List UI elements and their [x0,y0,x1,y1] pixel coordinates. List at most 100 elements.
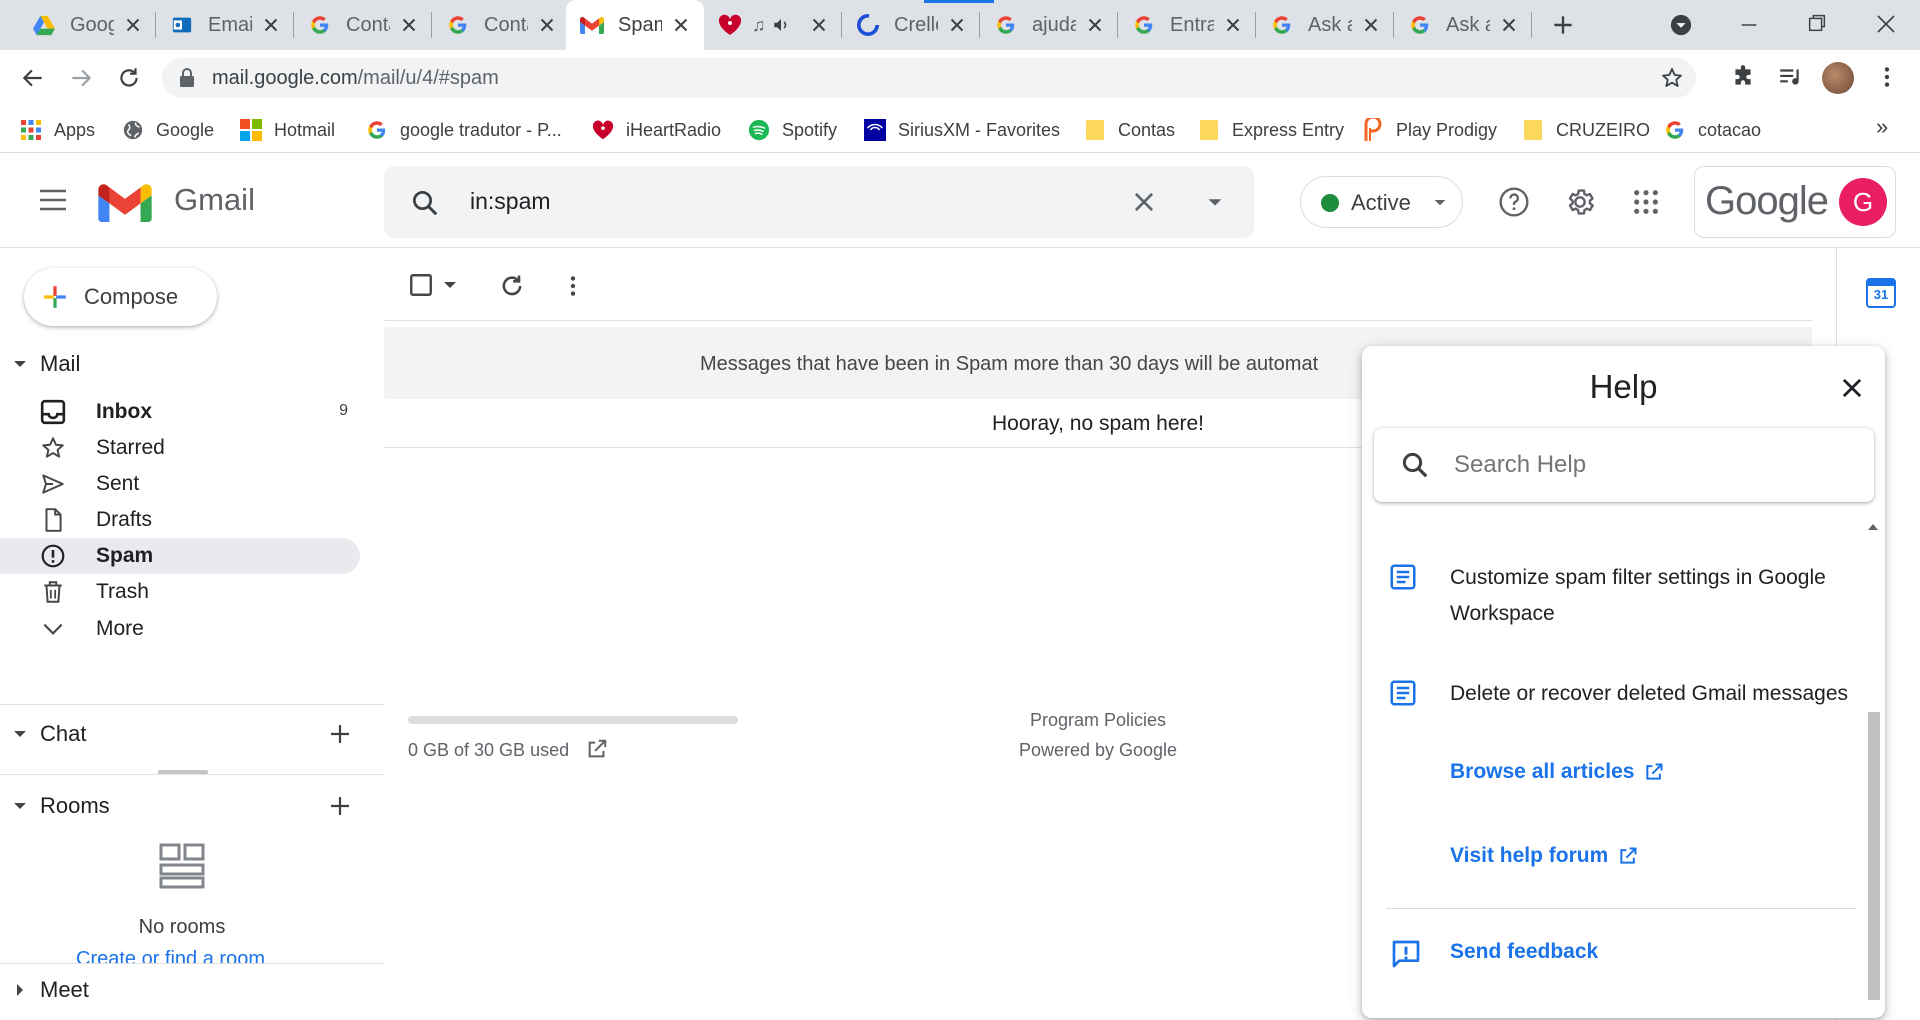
profile-avatar[interactable] [1822,62,1854,94]
help-search-input[interactable] [1454,444,1854,486]
bookmark-siriusxm[interactable]: SiriusXM - Favorites [864,116,1060,144]
nav-item-more[interactable]: More [0,611,360,647]
more-options-icon[interactable] [560,272,586,300]
select-options-icon[interactable] [442,278,458,292]
browser-tab[interactable]: Ask a [1394,0,1532,50]
nav-item-trash[interactable]: Trash [0,574,360,610]
close-tab-icon[interactable] [122,14,144,36]
bookmark-apps[interactable]: Apps [20,116,95,144]
new-tab-icon[interactable] [1550,12,1576,38]
browser-tab[interactable]: Contas [432,0,570,50]
bookmark-star-icon[interactable] [1660,66,1684,90]
bookmark-iheartradio[interactable]: iHeartRadio [592,116,721,144]
chrome-menu-icon[interactable] [1874,64,1900,90]
google-apps-icon[interactable] [1632,188,1660,216]
close-window-icon[interactable] [1874,12,1898,36]
nav-item-drafts[interactable]: Drafts [0,502,360,538]
send-feedback-link[interactable]: Send feedback [1450,940,1598,964]
help-forum-link[interactable]: Visit help forum [1450,844,1638,868]
close-help-icon[interactable] [1838,374,1866,402]
reload-icon[interactable] [116,65,142,91]
calendar-icon[interactable]: 31 [1866,278,1896,308]
close-tab-icon[interactable] [536,14,558,36]
close-tab-icon[interactable] [808,14,830,36]
meet-section-header[interactable]: Meet [0,972,89,1008]
status-label: Active [1351,190,1411,215]
media-controls-icon[interactable] [1777,64,1803,90]
bookmark-google-tradutor[interactable]: google tradutor - P... [366,116,562,144]
close-tab-icon[interactable] [398,14,420,36]
browse-all-articles-link[interactable]: Browse all articles [1450,760,1664,784]
account-switcher[interactable]: Google G [1694,166,1896,238]
settings-gear-icon[interactable] [1564,186,1596,218]
bookmark-google[interactable]: Google [122,116,214,144]
close-tab-icon[interactable] [1498,14,1520,36]
feedback-icon[interactable] [1390,938,1422,970]
close-tab-icon[interactable] [1222,14,1244,36]
close-tab-icon[interactable] [260,14,282,36]
rooms-section-header[interactable]: Rooms [0,788,110,824]
new-chat-plus-icon[interactable] [328,722,352,746]
search-icon[interactable] [410,188,440,218]
lock-icon[interactable] [178,68,196,88]
bookmark-hotmail[interactable]: Hotmail [240,116,335,144]
nav-item-inbox[interactable]: Inbox 9 [0,394,360,430]
mail-section-header[interactable]: Mail [0,346,80,382]
close-tab-icon[interactable] [1084,14,1106,36]
close-tab-icon[interactable] [946,14,968,36]
gmail-logo-icon[interactable] [98,182,152,222]
new-room-plus-icon[interactable] [328,794,352,818]
restore-window-icon[interactable] [1806,12,1828,34]
help-article-link[interactable]: Customize spam filter settings in Google… [1388,560,1848,640]
mail-search-bar[interactable]: in:spam [384,166,1254,238]
bookmark-contas[interactable]: Contas [1084,116,1175,144]
help-scrollbar[interactable] [1864,518,1882,1018]
browser-tab[interactable]: Crello [842,0,994,50]
chat-section-header[interactable]: Chat [0,716,384,752]
main-menu-icon[interactable] [38,186,68,214]
browser-tab[interactable]: Ask a [1256,0,1394,50]
speaker-icon[interactable] [772,16,790,34]
more-bookmarks-button[interactable]: » [1876,114,1888,140]
select-all-checkbox[interactable] [408,272,434,298]
nav-item-spam[interactable]: Spam [0,538,360,574]
close-tab-icon[interactable] [670,14,692,36]
create-room-link[interactable]: Create or find a room [76,948,265,964]
bookmark-cotacao[interactable]: cotacao [1664,116,1761,144]
help-search-box[interactable] [1374,428,1874,502]
open-in-new-icon[interactable] [586,738,608,760]
address-bar[interactable]: mail.google.com/mail/u/4/#spam [162,58,1696,98]
extensions-puzzle-icon[interactable] [1730,64,1756,90]
compose-button[interactable]: Compose [24,268,217,326]
help-icon[interactable] [1498,186,1530,218]
program-policies-link[interactable]: Program Policies [896,710,1300,731]
help-article-link[interactable]: Delete or recover deleted Gmail messages [1388,676,1848,716]
close-tab-icon[interactable] [1360,14,1382,36]
nav-item-sent[interactable]: Sent [0,466,360,502]
clear-search-icon[interactable] [1130,188,1158,216]
minimize-window-icon[interactable] [1738,14,1760,36]
browser-tab-active[interactable]: Spam [566,0,704,50]
browser-tab[interactable]: Entrar [1118,0,1256,50]
search-input[interactable]: in:spam [470,188,551,215]
back-icon[interactable] [20,65,46,91]
bookmark-spotify[interactable]: Spotify [748,116,837,144]
status-dropdown[interactable]: Active [1300,176,1463,228]
bookmark-express-entry[interactable]: Express Entry [1198,116,1344,144]
forward-icon[interactable] [68,65,94,91]
nav-item-starred[interactable]: Starred [0,430,360,466]
search-options-icon[interactable] [1204,192,1226,212]
account-avatar[interactable]: G [1839,178,1887,226]
tab-search-icon[interactable] [1670,14,1692,36]
browser-tab[interactable]: Google [18,0,156,50]
bookmark-cruzeiro[interactable]: CRUZEIRO [1522,116,1650,144]
browser-tab[interactable]: Contas [294,0,432,50]
scrollbar-thumb[interactable] [1868,712,1880,1000]
browser-tab[interactable]: ajuda [980,0,1118,50]
browser-tab[interactable]: ♫ [704,0,842,50]
browser-tab[interactable]: Email [156,0,294,50]
gmail-wordmark[interactable]: Gmail [174,182,255,218]
bookmark-play-prodigy[interactable]: Play Prodigy [1362,116,1497,144]
refresh-icon[interactable] [498,272,526,300]
scroll-up-arrow-icon[interactable] [1868,522,1878,530]
